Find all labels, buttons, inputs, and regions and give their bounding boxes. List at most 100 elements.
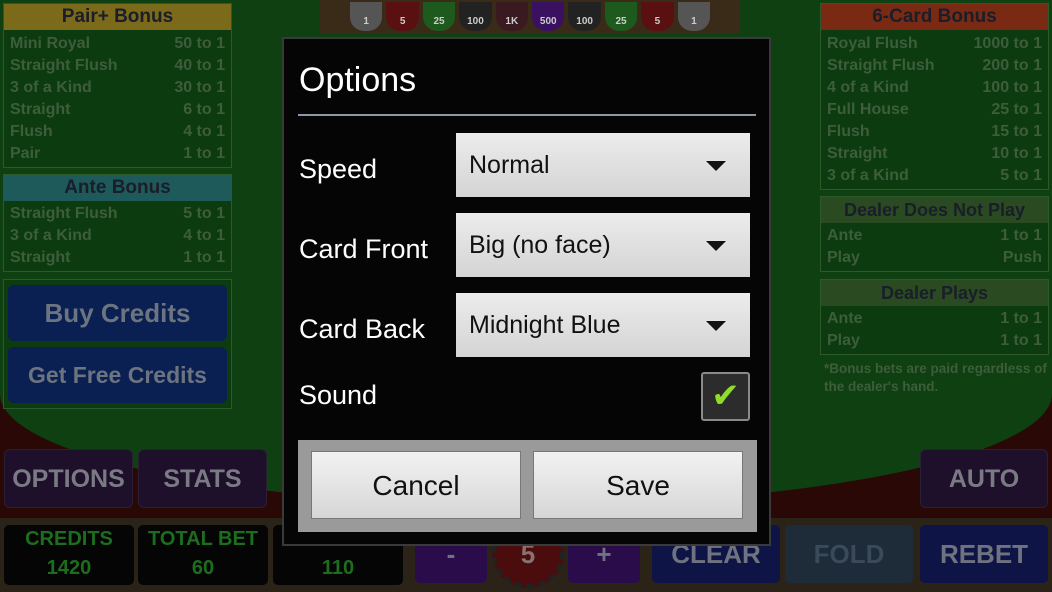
dropdown-arrow-icon: [706, 321, 726, 331]
checkmark-icon: ✔: [711, 377, 740, 415]
payout: 6 to 1: [183, 101, 225, 118]
payout: 25 to 1: [991, 101, 1042, 118]
payout: 10 to 1: [991, 145, 1042, 162]
title-divider: [298, 114, 756, 116]
payout-row: Flush 15 to 1: [821, 121, 1048, 143]
chip: 25: [422, 2, 456, 31]
chip: 100: [459, 2, 492, 31]
dropdown-arrow-icon: [706, 161, 726, 171]
sound-checkbox[interactable]: ✔: [701, 372, 750, 421]
payout-row: Straight Flush 40 to 1: [4, 55, 231, 77]
chip: 1K: [495, 2, 529, 31]
dealer-plays-panel: Dealer Plays Ante 1 to 1 Play 1 to 1: [820, 279, 1049, 355]
hand-name: 3 of a Kind: [10, 227, 92, 244]
chip: 25: [604, 2, 638, 31]
get-free-credits-button[interactable]: Get Free Credits: [8, 347, 227, 403]
auto-button[interactable]: AUTO: [920, 449, 1048, 508]
payout-row: Play Push: [821, 247, 1048, 269]
dialog-button-bar: Cancel Save: [298, 440, 757, 532]
payout-row: Straight 1 to 1: [4, 247, 231, 269]
hand-name: 3 of a Kind: [10, 79, 92, 96]
chip: 1: [350, 2, 383, 31]
payout: 1 to 1: [1000, 332, 1042, 349]
payout-row: Ante 1 to 1: [821, 308, 1048, 330]
hand-name: Straight: [827, 145, 888, 162]
payout-row: 3 of a Kind 30 to 1: [4, 77, 231, 99]
save-button[interactable]: Save: [533, 451, 743, 519]
payout: 1 to 1: [183, 249, 225, 266]
payout: 1 to 1: [1000, 310, 1042, 327]
payout-row: Mini Royal 50 to 1: [4, 33, 231, 55]
hand-name: Straight Flush: [10, 205, 118, 222]
panel-title: Pair+ Bonus: [4, 4, 231, 30]
hand-name: 3 of a Kind: [827, 167, 909, 184]
payout: 40 to 1: [174, 57, 225, 74]
hand-name: Pair: [10, 145, 41, 162]
card-back-label: Card Back: [299, 314, 426, 344]
card-back-dropdown[interactable]: Midnight Blue: [456, 293, 750, 357]
hand-name: Straight Flush: [827, 57, 935, 74]
payout: 200 to 1: [982, 57, 1042, 74]
dealer-not-play-panel: Dealer Does Not Play Ante 1 to 1 Play Push: [820, 196, 1049, 272]
card-front-value: Big (no face): [469, 231, 611, 259]
chip: 5: [641, 2, 674, 31]
chip: 5: [386, 2, 419, 31]
total-bet-value: 60: [191, 557, 215, 579]
buy-credits-button[interactable]: Buy Credits: [8, 285, 227, 341]
hand-name: Straight: [10, 249, 71, 266]
credits-value: 1420: [46, 557, 92, 579]
card-front-label: Card Front: [299, 234, 429, 264]
payout-row: Play 1 to 1: [821, 330, 1048, 352]
panel-title: Ante Bonus: [4, 175, 231, 201]
payout-row: 3 of a Kind 5 to 1: [821, 165, 1048, 187]
dialog-title: Options: [299, 61, 417, 99]
hand-name: Play: [827, 332, 860, 349]
payout: 30 to 1: [174, 79, 225, 96]
fold-button[interactable]: FOLD: [785, 525, 913, 583]
speed-dropdown[interactable]: Normal: [456, 133, 750, 197]
hand-name: Play: [827, 249, 860, 266]
chip-rack: 1 5 25 100 1K 500 100 25 5 1: [320, 0, 740, 33]
panel-title: 6-Card Bonus: [821, 4, 1048, 30]
payout-row: Full House 25 to 1: [821, 99, 1048, 121]
payout: 1 to 1: [183, 145, 225, 162]
chip: 100: [568, 2, 601, 31]
payout-row: Straight 6 to 1: [4, 99, 231, 121]
total-bet-label: TOTAL BET: [148, 528, 258, 550]
hand-name: 4 of a Kind: [827, 79, 909, 96]
hand-name: Flush: [827, 123, 870, 140]
card-front-dropdown[interactable]: Big (no face): [456, 213, 750, 277]
panel-title: Dealer Does Not Play: [821, 197, 1048, 223]
payout-row: Flush 4 to 1: [4, 121, 231, 143]
hand-name: Royal Flush: [827, 35, 918, 52]
payout: 50 to 1: [174, 35, 225, 52]
credits-label: CREDITS: [25, 528, 113, 550]
hand-name: Ante: [827, 310, 863, 327]
payout: 4 to 1: [183, 227, 225, 244]
chip: 1: [677, 2, 711, 31]
payout: 100 to 1: [982, 79, 1042, 96]
rebet-button[interactable]: REBET: [920, 525, 1048, 583]
payout-row: Straight Flush 5 to 1: [4, 203, 231, 225]
total-bet-display: TOTAL BET 60: [138, 525, 268, 585]
payout-row: 3 of a Kind 4 to 1: [4, 225, 231, 247]
payout-row: 4 of a Kind 100 to 1: [821, 77, 1048, 99]
options-button[interactable]: OPTIONS: [4, 449, 133, 508]
hand-name: Straight Flush: [10, 57, 118, 74]
payout: 5 to 1: [183, 205, 225, 222]
bonus-note: *Bonus bets are paid regardless of the d…: [824, 361, 1047, 394]
payout-row: Royal Flush 1000 to 1: [821, 33, 1048, 55]
payout: 5 to 1: [1000, 167, 1042, 184]
pair-plus-panel: Pair+ Bonus Mini Royal 50 to 1 Straight Fl…: [3, 3, 232, 168]
payout-row: Pair 1 to 1: [4, 143, 231, 165]
hand-name: Straight: [10, 101, 71, 118]
chip: 500: [532, 2, 565, 31]
options-dialog: Options Speed Normal Card Front Big (no …: [282, 37, 771, 546]
payout: 15 to 1: [991, 123, 1042, 140]
stats-button[interactable]: STATS: [138, 449, 267, 508]
cancel-button[interactable]: Cancel: [311, 451, 521, 519]
hand-name: Full House: [827, 101, 909, 118]
panel-title: Dealer Plays: [821, 280, 1048, 306]
card-back-value: Midnight Blue: [469, 311, 621, 339]
payout-row: Straight Flush 200 to 1: [821, 55, 1048, 77]
